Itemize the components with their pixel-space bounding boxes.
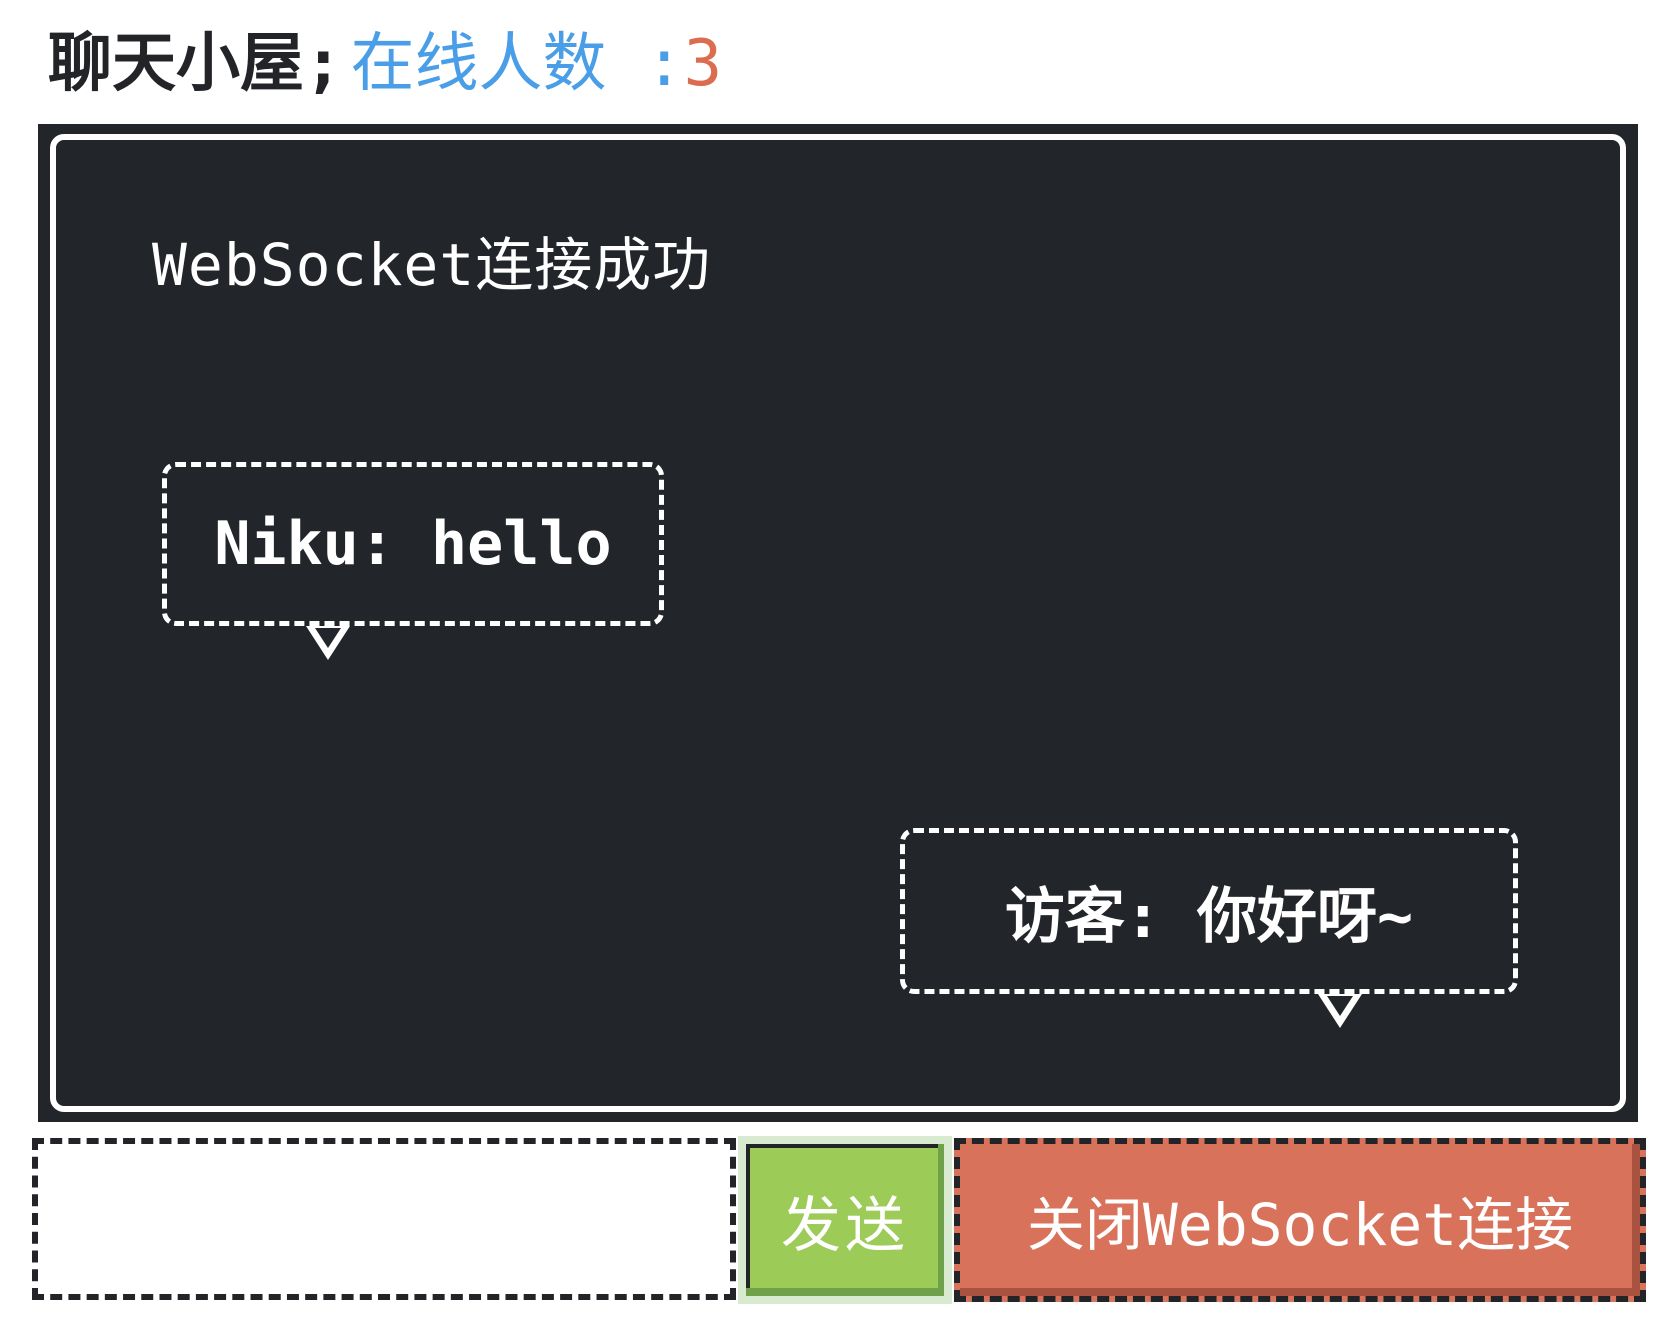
chat-bubble-tail-left [306,626,350,660]
online-count-label: 在线人数 : [350,27,684,101]
chat-message-text: Niku: hello [214,509,612,579]
online-count-value: 3 [683,27,723,101]
send-button[interactable]: 发送 [738,1136,952,1304]
close-websocket-button[interactable]: 关闭WebSocket连接 [954,1138,1646,1302]
chat-bubble-tail-right [1318,994,1362,1028]
chat-bubble-left: Niku: hello [162,462,664,626]
page-header: 聊天小屋 ; 在线人数 : 3 [48,24,722,104]
chat-bubble-right: 访客: 你好呀~ [900,828,1518,994]
message-input[interactable] [32,1138,736,1300]
chat-message-text: 访客: 你好呀~ [1004,881,1414,952]
system-message: WebSocket连接成功 [152,231,712,299]
page-title: 聊天小屋 [48,27,304,101]
title-separator: ; [304,27,343,101]
